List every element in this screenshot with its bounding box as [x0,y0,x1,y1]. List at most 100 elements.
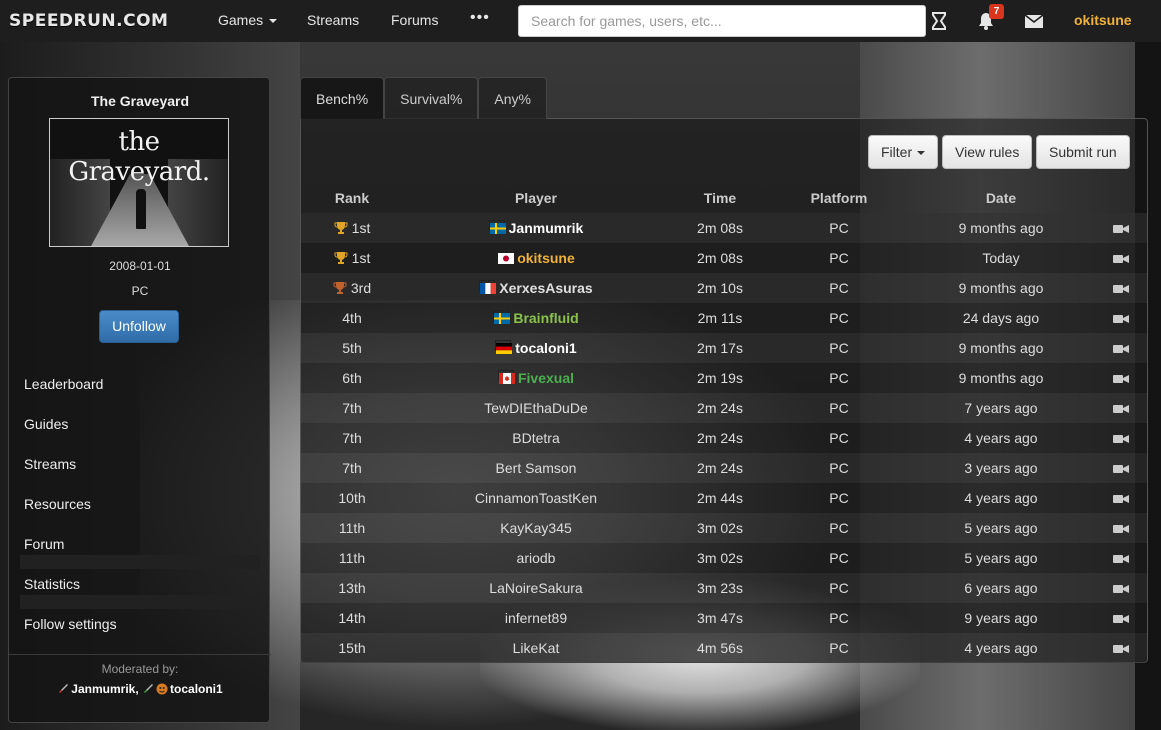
table-row[interactable]: 13th LaNoireSakura 3m 23s PC 6 years ago [301,573,1147,603]
sidebar-item-streams[interactable]: Streams [24,454,117,494]
flag-icon [495,340,513,354]
player-link[interactable]: LaNoireSakura [489,580,582,596]
table-row[interactable]: 11th ariodb 3m 02s PC 5 years ago [301,543,1147,573]
video-camera-icon[interactable] [1113,284,1129,294]
nav-more-menu[interactable]: ••• [470,9,490,27]
search-input[interactable] [518,5,926,37]
user-menu[interactable]: okitsune [1074,12,1132,28]
sidebar-item-statistics[interactable]: Statistics [24,574,117,614]
video-camera-icon[interactable] [1113,554,1129,564]
table-row[interactable]: 3rd XerxesAsuras 2m 10s PC 9 months ago [301,273,1147,303]
tab-survival[interactable]: Survival% [384,77,479,119]
submit-run-button[interactable]: Submit run [1036,135,1130,169]
game-title[interactable]: The Graveyard [9,93,271,109]
nav-games-dropdown[interactable]: Games [218,12,278,28]
cell-rank: 11th [301,513,403,543]
header-rank[interactable]: Rank [301,183,403,213]
player-link[interactable]: Fivexual [518,370,574,386]
video-camera-icon[interactable] [1113,344,1129,354]
cell-date: 9 months ago [958,340,1044,356]
video-camera-icon[interactable] [1113,614,1129,624]
cover-title-text: the Graveyard. [68,127,210,187]
sidebar-item-forum[interactable]: Forum [24,534,117,574]
sidebar-item-guides[interactable]: Guides [24,414,117,454]
avatar-icon [156,683,168,695]
player-link[interactable]: ariodb [517,550,556,566]
game-cover-image: the Graveyard. [49,118,229,247]
filter-button[interactable]: Filter [868,135,939,169]
cell-player: tocaloni1 [403,333,669,363]
table-row[interactable]: 7th BDtetra 2m 24s PC 4 years ago [301,423,1147,453]
video-camera-icon[interactable] [1113,224,1129,234]
hourglass-icon[interactable] [928,10,950,32]
cell-rank: 15th [301,633,403,663]
table-row[interactable]: 4th Brainfluid 2m 11s PC 24 days ago [301,303,1147,333]
table-row[interactable]: 1st okitsune 2m 08s PC Today [301,243,1147,273]
sidebar-item-follow-settings[interactable]: Follow settings [24,614,117,654]
table-row[interactable]: 10th CinnamonToastKen 2m 44s PC 4 years … [301,483,1147,513]
cell-date: 4 years ago [964,640,1038,656]
sidebar-item-leaderboard[interactable]: Leaderboard [24,374,117,414]
video-camera-icon[interactable] [1113,464,1129,474]
table-row[interactable]: 15th LikeKat 4m 56s PC 4 years ago [301,633,1147,663]
view-rules-button[interactable]: View rules [942,135,1033,169]
player-link[interactable]: XerxesAsuras [499,280,592,296]
video-camera-icon[interactable] [1113,374,1129,384]
rank-text: 7th [342,400,362,416]
moderator-link[interactable]: tocaloni1 [170,682,223,696]
table-row[interactable]: 5th tocaloni1 2m 17s PC 9 months ago [301,333,1147,363]
cell-date: 7 years ago [964,400,1038,416]
sidebar-item-resources[interactable]: Resources [24,494,117,534]
cell-video [1095,303,1147,333]
header-time[interactable]: Time [669,183,771,213]
table-row[interactable]: 11th KayKay345 3m 02s PC 5 years ago [301,513,1147,543]
player-link[interactable]: Bert Samson [496,460,577,476]
table-row[interactable]: 7th Bert Samson 2m 24s PC 3 years ago [301,453,1147,483]
table-row[interactable]: 7th TewDIEthaDuDe 2m 24s PC 7 years ago [301,393,1147,423]
player-link[interactable]: LikeKat [513,640,560,656]
cell-platform: PC [829,250,849,266]
player-link[interactable]: Brainfluid [513,310,578,326]
video-camera-icon[interactable] [1113,494,1129,504]
player-link[interactable]: TewDIEthaDuDe [484,400,588,416]
video-camera-icon[interactable] [1113,314,1129,324]
mail-icon[interactable] [1023,10,1045,32]
video-camera-icon[interactable] [1113,434,1129,444]
table-row[interactable]: 6th Fivexual 2m 19s PC 9 months ago [301,363,1147,393]
player-link[interactable]: CinnamonToastKen [475,490,597,506]
tab-any[interactable]: Any% [478,77,547,119]
player-link[interactable]: okitsune [517,250,575,266]
moderator-link[interactable]: Janmumrik [71,682,135,696]
header-date[interactable]: Date [907,183,1095,213]
cell-rank: 1st [301,243,403,273]
game-sidebar: The Graveyard the Graveyard. 2008-01-01 … [8,77,271,723]
flag-icon [493,310,511,324]
cell-rank: 14th [301,603,403,633]
player-link[interactable]: tocaloni1 [515,340,576,356]
header-player[interactable]: Player [403,183,669,213]
rank-text: 11th [338,550,366,566]
header-platform[interactable]: Platform [771,183,907,213]
rank-text: 7th [342,460,362,476]
cell-rank: 4th [301,303,403,333]
unfollow-button[interactable]: Unfollow [99,310,179,343]
site-logo[interactable]: SPEEDRUN.COM [9,11,168,31]
cell-date: 4 years ago [964,430,1038,446]
player-link[interactable]: BDtetra [512,430,559,446]
table-row[interactable]: 14th infernet89 3m 47s PC 9 years ago [301,603,1147,633]
player-link[interactable]: Janmumrik [509,220,584,236]
video-camera-icon[interactable] [1113,254,1129,264]
player-link[interactable]: infernet89 [505,610,567,626]
video-camera-icon[interactable] [1113,644,1129,654]
tab-bench[interactable]: Bench% [300,77,385,119]
video-camera-icon[interactable] [1113,524,1129,534]
rank-text: 1st [351,250,371,266]
cell-time: 2m 24s [697,460,743,476]
player-link[interactable]: KayKay345 [500,520,572,536]
nav-streams[interactable]: Streams [307,12,359,28]
video-camera-icon[interactable] [1113,404,1129,414]
game-platform: PC [131,284,149,298]
nav-forums[interactable]: Forums [391,12,438,28]
table-row[interactable]: 1st Janmumrik 2m 08s PC 9 months ago [301,213,1147,243]
video-camera-icon[interactable] [1113,584,1129,594]
